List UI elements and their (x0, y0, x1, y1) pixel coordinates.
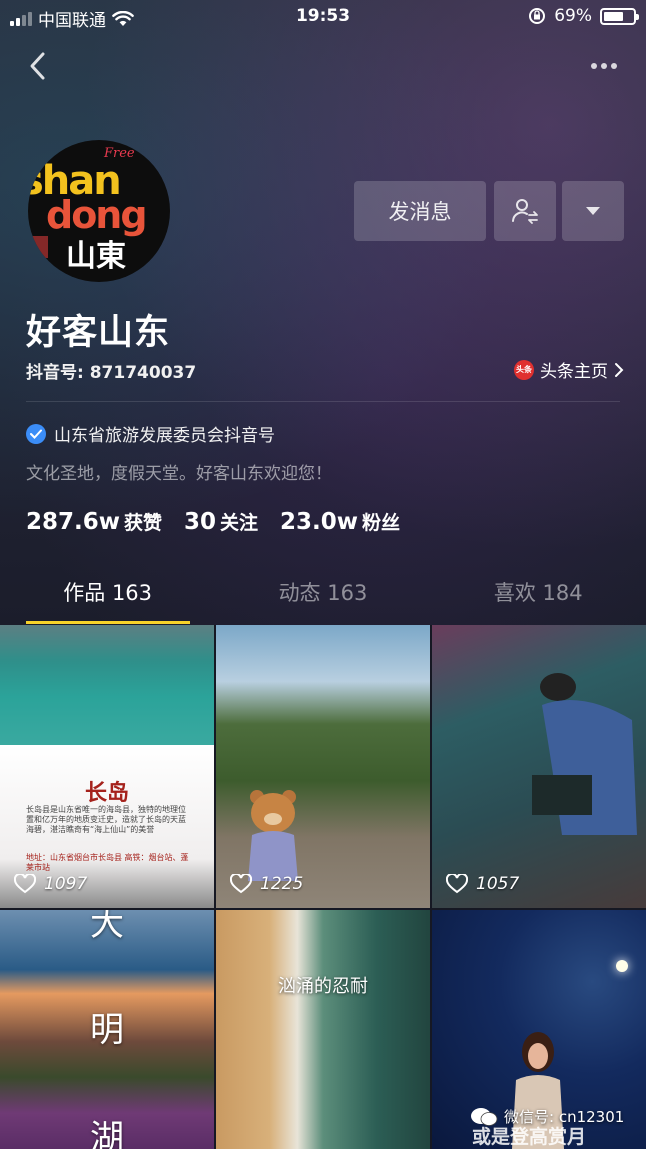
stat-followers-number: 23.0w (280, 509, 359, 535)
tab-bar: 作品 163 动态 163 喜欢 184 (0, 566, 646, 624)
caret-down-icon (586, 207, 600, 215)
avatar[interactable]: Free shan dong 山東 (28, 140, 170, 282)
like-count: 1225 (230, 874, 303, 894)
tab-works[interactable]: 作品 163 (0, 566, 215, 624)
heart-icon (230, 874, 252, 894)
status-bar: 中国联通 19:53 69% (0, 0, 646, 34)
video-thumbnail[interactable]: 1225 (216, 625, 430, 908)
battery-percent: 69% (554, 6, 592, 26)
stat-likes: 287.6w 获赞 (26, 508, 162, 535)
tab-dynamics[interactable]: 动态 163 (215, 566, 430, 624)
battery-fill (604, 11, 624, 21)
chevron-left-icon (30, 52, 45, 80)
like-count-value: 1097 (44, 874, 88, 894)
avatar-logo-line2: dong (46, 193, 146, 237)
add-friend-icon (512, 199, 538, 224)
wechat-icon (471, 1107, 498, 1126)
chevron-right-icon (615, 362, 624, 377)
video-grid: 长岛 长岛县是山东省唯一的海岛县，独特的地理位置和亿万年的地质变迁史，造就了长岛… (0, 625, 646, 1149)
avatar-logo-chinese: 山東 (66, 239, 126, 274)
watermark-text: 微信号: cn12301 (504, 1108, 625, 1126)
video-thumbnail[interactable]: 长岛 长岛县是山东省唯一的海岛县，独特的地理位置和亿万年的地质变迁史，造就了长岛… (0, 625, 214, 908)
follow-button[interactable] (494, 181, 556, 241)
like-count: 1057 (446, 874, 519, 894)
stat-followers[interactable]: 23.0w 粉丝 (280, 508, 400, 535)
bear-mascot-icon (248, 790, 298, 881)
more-options-button[interactable] (586, 54, 622, 78)
status-right: 69% (528, 6, 639, 26)
stat-followers-label: 粉丝 (362, 512, 401, 534)
moon-icon (616, 960, 628, 972)
like-count: 1097 (14, 874, 87, 894)
tab-indicator (26, 621, 190, 624)
heart-icon (446, 874, 468, 894)
stat-following-number: 30 (184, 509, 217, 535)
card-title: 长岛 (84, 780, 129, 806)
toutiao-link-label: 头条主页 (540, 362, 608, 382)
card-address: 地址：山东省烟台市长岛县 高铁：烟台站、蓬莱市站 (26, 853, 189, 872)
title-char: 明 (90, 1010, 124, 1050)
send-message-button[interactable]: 发消息 (354, 181, 486, 241)
title-char: 湖 (90, 1118, 124, 1149)
more-dot-icon (591, 63, 597, 69)
stat-likes-label: 获赞 (124, 512, 163, 534)
verified-check-icon (26, 423, 46, 444)
stat-following[interactable]: 30 关注 (184, 508, 258, 535)
heart-icon (14, 874, 36, 894)
more-dot-icon (601, 63, 607, 69)
verified-row: 山东省旅游发展委员会抖音号 (26, 421, 275, 446)
avatar-logo-icon: Free shan dong 山東 (28, 146, 148, 274)
douyin-id[interactable]: 抖音号: 871740037 (26, 358, 196, 383)
video-thumbnail[interactable]: 1057 (432, 625, 646, 908)
bio: 文化圣地，度假天堂。好客山东欢迎您！ (26, 464, 332, 484)
title-char: 大 (90, 910, 124, 944)
toutiao-home-link[interactable]: 头条 头条主页 (514, 357, 624, 382)
sea-image (0, 625, 214, 745)
wechat-watermark: 微信号: cn12301 (470, 1106, 624, 1127)
back-button[interactable] (22, 46, 52, 86)
beach-image (216, 910, 430, 1149)
video-thumbnail[interactable]: 汹涌的忍耐 (216, 910, 430, 1149)
card-text: 长岛县是山东省唯一的海岛县，独特的地理位置和亿万年的地质变迁史，造就了长岛的天蓝… (26, 805, 186, 834)
toutiao-badge: 头条 (514, 359, 534, 380)
like-count-value: 1225 (260, 874, 304, 894)
rotation-lock-icon (529, 8, 546, 24)
verified-text: 山东省旅游发展委员会抖音号 (54, 426, 275, 446)
stat-likes-number: 287.6w (26, 509, 120, 535)
video-thumbnail[interactable]: 大 明 湖 (0, 910, 214, 1149)
send-message-label: 发消息 (388, 200, 452, 224)
stat-following-label: 关注 (220, 512, 259, 534)
battery-icon (600, 7, 639, 25)
nickname: 好客山东 (26, 313, 171, 353)
person-figure-icon (532, 673, 637, 835)
stats-row: 287.6w 获赞 30 关注 23.0w 粉丝 (26, 508, 400, 535)
dropdown-button[interactable] (562, 181, 624, 241)
tab-likes[interactable]: 喜欢 184 (431, 566, 646, 624)
divider (26, 401, 620, 402)
more-dot-icon (611, 63, 617, 69)
video-caption: 汹涌的忍耐 (278, 976, 368, 997)
like-count-value: 1057 (476, 874, 520, 894)
